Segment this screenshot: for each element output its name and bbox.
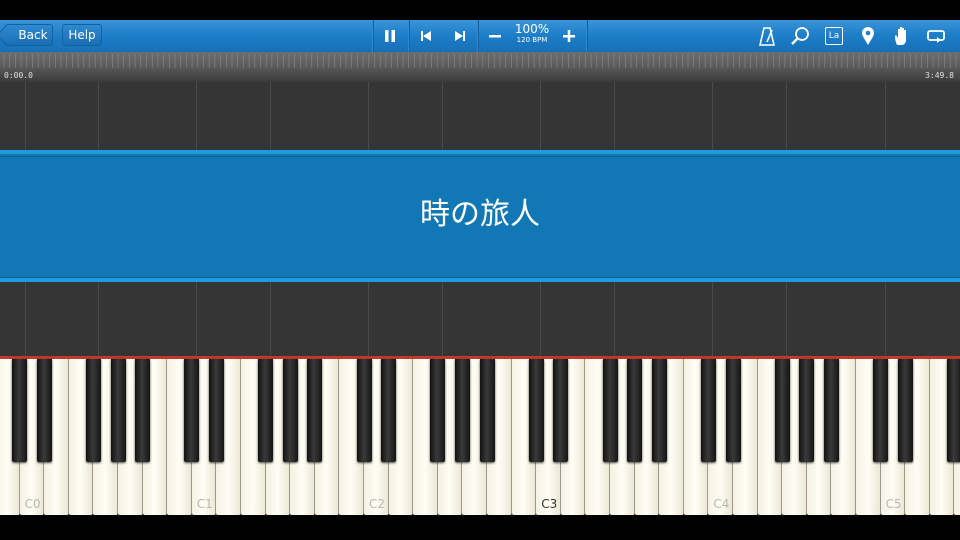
bar-line <box>196 282 197 356</box>
octave-label: C2 <box>369 497 386 511</box>
song-title: 時の旅人 <box>420 197 540 232</box>
loop-icon[interactable] <box>924 20 948 52</box>
black-key[interactable] <box>553 359 569 462</box>
black-key[interactable] <box>627 359 643 462</box>
note-area-top <box>0 82 960 150</box>
black-key[interactable] <box>799 359 815 462</box>
bar-line <box>786 282 787 356</box>
back-button[interactable]: Back <box>5 24 53 46</box>
black-key[interactable] <box>110 359 126 462</box>
label-icon[interactable]: La <box>822 20 846 52</box>
black-key[interactable] <box>381 359 397 462</box>
divider <box>408 20 409 52</box>
synthesia-player: Back Help 100% 120 BPM La 0:00.0 3:49.8 … <box>0 0 960 540</box>
bar-line <box>614 82 615 150</box>
skip-forward-icon[interactable] <box>449 20 471 52</box>
black-key[interactable] <box>823 359 839 462</box>
divider <box>372 20 373 52</box>
back-button-label: Back <box>18 28 48 42</box>
bar-line <box>25 282 26 356</box>
bar-line <box>614 282 615 356</box>
black-key[interactable] <box>85 359 101 462</box>
bar-line <box>98 282 99 356</box>
plus-icon[interactable] <box>558 20 580 52</box>
octave-label: C1 <box>196 497 213 511</box>
black-key[interactable] <box>528 359 544 462</box>
divider <box>586 20 587 52</box>
octave-label: C4 <box>713 497 730 511</box>
black-key[interactable] <box>307 359 323 462</box>
tempo-display: 100% 120 BPM <box>508 23 556 45</box>
bar-line <box>442 282 443 356</box>
metronome-icon[interactable] <box>755 20 779 52</box>
bar-line <box>540 82 541 150</box>
bar-line <box>885 82 886 150</box>
timeline-ticks <box>3 54 957 68</box>
black-key[interactable] <box>36 359 52 462</box>
location-pin-icon[interactable] <box>856 20 880 52</box>
bar-line <box>98 82 99 150</box>
help-button[interactable]: Help <box>62 24 102 46</box>
time-elapsed: 0:00.0 <box>4 71 33 80</box>
black-key[interactable] <box>135 359 151 462</box>
black-key[interactable] <box>208 359 224 462</box>
time-total: 3:49.8 <box>925 71 954 80</box>
black-key[interactable] <box>725 359 741 462</box>
black-key[interactable] <box>454 359 470 462</box>
black-key[interactable] <box>602 359 618 462</box>
label-icon-text: La <box>825 27 843 45</box>
tempo-bpm: 120 BPM <box>516 36 548 44</box>
minus-icon[interactable] <box>484 20 506 52</box>
black-key[interactable] <box>897 359 913 462</box>
bar-line <box>885 282 886 356</box>
bar-line <box>368 82 369 150</box>
octave-label: C5 <box>885 497 902 511</box>
bar-line <box>540 282 541 356</box>
magnifier-icon[interactable] <box>788 20 812 52</box>
black-key[interactable] <box>356 359 372 462</box>
black-key[interactable] <box>258 359 274 462</box>
bar-line <box>712 282 713 356</box>
bar-line <box>712 82 713 150</box>
hand-icon[interactable] <box>890 20 914 52</box>
black-key[interactable] <box>282 359 298 462</box>
black-key[interactable] <box>430 359 446 462</box>
octave-label: C3 <box>541 497 558 511</box>
skip-back-icon[interactable] <box>415 20 437 52</box>
bar-line <box>25 82 26 150</box>
note-area-bottom <box>0 282 960 356</box>
bar-line <box>368 282 369 356</box>
black-key[interactable] <box>946 359 960 462</box>
bar-line <box>786 82 787 150</box>
toolbar: Back Help 100% 120 BPM La <box>0 20 960 53</box>
divider <box>477 20 478 52</box>
bar-line <box>270 82 271 150</box>
octave-label: C0 <box>24 497 41 511</box>
black-key[interactable] <box>479 359 495 462</box>
black-key[interactable] <box>184 359 200 462</box>
bar-line <box>270 282 271 356</box>
bar-line <box>196 82 197 150</box>
tempo-percent: 100% <box>514 22 550 36</box>
pause-icon[interactable] <box>379 20 401 52</box>
black-key[interactable] <box>651 359 667 462</box>
bar-line <box>442 82 443 150</box>
black-key[interactable] <box>873 359 889 462</box>
black-key[interactable] <box>700 359 716 462</box>
black-key[interactable] <box>774 359 790 462</box>
black-key[interactable] <box>12 359 28 462</box>
